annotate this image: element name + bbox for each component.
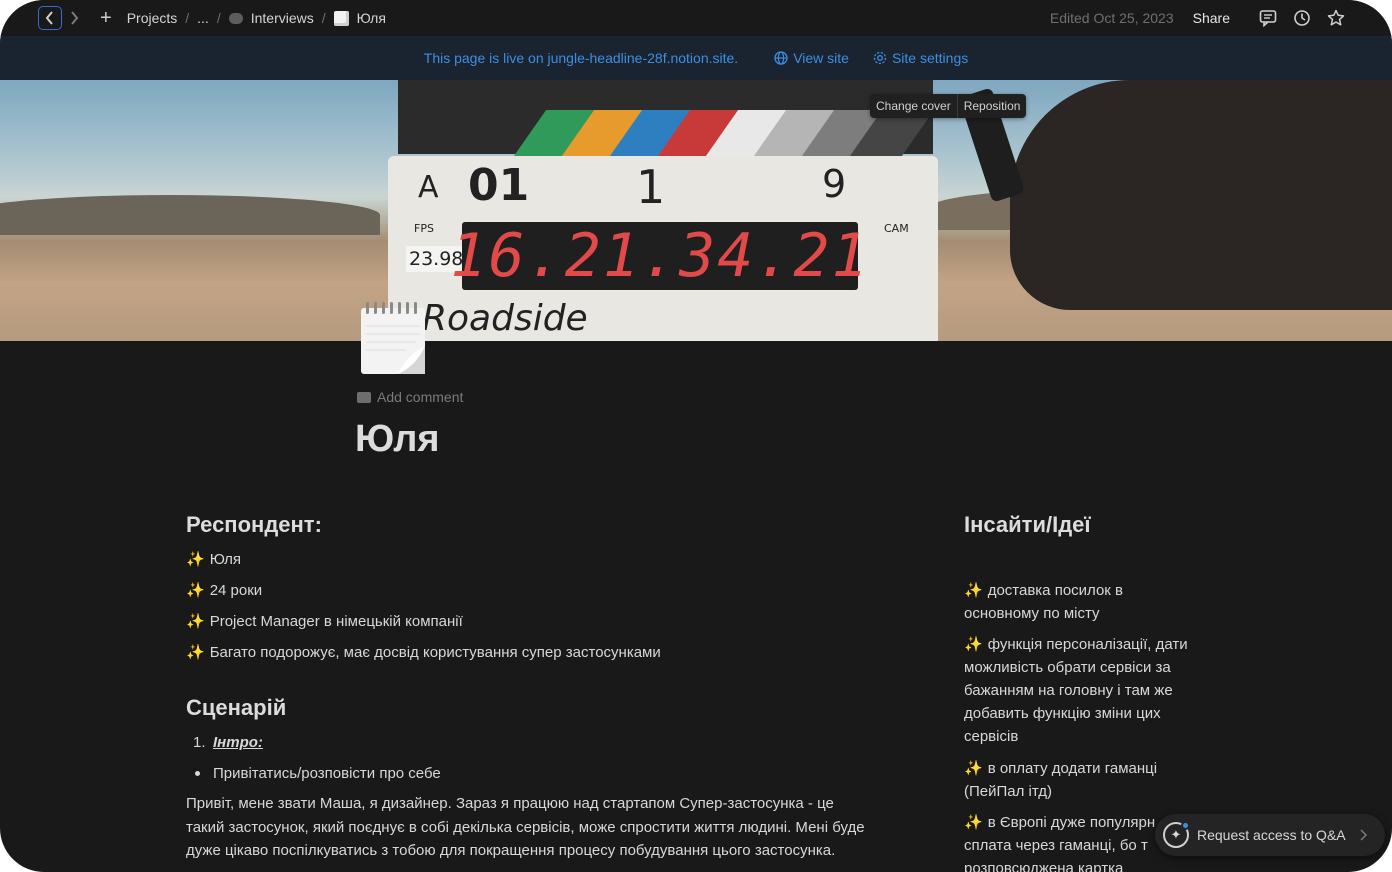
respondent-item-text: Юля xyxy=(209,551,242,568)
notification-dot xyxy=(1181,821,1190,830)
site-settings-label: Site settings xyxy=(891,50,969,66)
sparkle-icon: ✨ xyxy=(964,582,983,599)
insight-item[interactable]: ✨ доставка посилок в основному по місту xyxy=(964,579,1204,625)
chevron-left-icon xyxy=(45,11,53,25)
forward-button[interactable] xyxy=(62,6,86,30)
top-bar: + Projects / ... / Interviews / Юля Edit… xyxy=(0,0,1392,36)
insight-line: добавить функцію зміни цих xyxy=(964,705,1161,722)
view-site-link[interactable]: View site xyxy=(774,50,849,66)
speech-bubble-icon xyxy=(228,12,243,24)
back-button[interactable] xyxy=(38,6,62,30)
cover-hill xyxy=(0,195,380,235)
breadcrumb-ellipsis[interactable]: ... xyxy=(197,10,209,26)
notepad-page-icon[interactable] xyxy=(358,300,428,376)
insight-line: (ПейПал ітд) xyxy=(964,783,1052,800)
breadcrumb-separator: / xyxy=(185,10,190,26)
insight-item[interactable]: ✨ функція персоналізації, дати можливість… xyxy=(964,633,1204,748)
reposition-button[interactable]: Reposition xyxy=(956,94,1027,118)
clapper-roll-letter: A xyxy=(418,170,439,205)
site-live-banner: This page is live on jungle-headline-28f… xyxy=(0,36,1392,80)
paragraph-line: такий застосунок, який поєднує в собі де… xyxy=(186,818,865,836)
respondent-item[interactable]: ✨ Багато подорожує, має досвід користуван… xyxy=(186,641,661,664)
clapper-handwritten-title: Roadside xyxy=(422,298,588,339)
app-window: + Projects / ... / Interviews / Юля Edit… xyxy=(0,0,1392,872)
clapper-cam-label: CAM xyxy=(884,222,909,235)
respondent-item-text: Project Manager в німецькій компанії xyxy=(209,613,463,630)
share-button[interactable]: Share xyxy=(1193,10,1230,26)
respondent-heading[interactable]: Респондент: xyxy=(186,512,322,538)
site-settings-link[interactable]: Site settings xyxy=(873,50,968,66)
breadcrumb-interviews[interactable]: Interviews xyxy=(251,10,314,26)
sparkle-icon: ✨ xyxy=(186,613,205,630)
request-access-button[interactable]: ✦ Request access to Q&A xyxy=(1155,814,1385,856)
sparkle-icon: ✨ xyxy=(186,582,205,599)
sparkle-icon: ✨ xyxy=(964,814,983,831)
scenario-list-number: 1. xyxy=(193,734,206,751)
comment-icon xyxy=(357,391,371,403)
insight-line: в оплату додати гаманці xyxy=(987,760,1158,777)
comments-icon[interactable] xyxy=(1258,8,1278,28)
insight-line: можливість обрати сервіси за xyxy=(964,659,1171,676)
breadcrumb-separator: / xyxy=(321,10,326,26)
insight-item[interactable]: ✨ в оплату додати гаманці (ПейПал ітд) xyxy=(964,757,1204,803)
favorite-star-icon[interactable] xyxy=(1326,8,1346,28)
insight-line: розповсюджена картка xyxy=(964,860,1124,872)
cover-arm xyxy=(1010,80,1392,310)
insight-line: доставка посилок в xyxy=(987,582,1124,599)
respondent-item-text: Багато подорожує, має досвід користуванн… xyxy=(209,644,661,661)
sparkle-icon: ✨ xyxy=(186,551,205,568)
respondent-item[interactable]: ✨ Project Manager в німецькій компанії xyxy=(186,610,463,633)
respondent-item[interactable]: ✨ 24 роки xyxy=(186,579,262,602)
site-live-text[interactable]: This page is live on jungle-headline-28f… xyxy=(424,50,738,66)
insights-heading[interactable]: Інсайти/Ідеї xyxy=(964,512,1091,538)
insight-line: в Європі дуже популярн xyxy=(987,814,1156,831)
clapper-take-number: 9 xyxy=(822,162,847,206)
view-site-label: View site xyxy=(793,50,849,66)
sparkle-ai-icon: ✦ xyxy=(1163,821,1190,848)
breadcrumb-current-page[interactable]: Юля xyxy=(357,10,386,26)
insight-line: сервісів xyxy=(964,728,1019,745)
scenario-paragraph[interactable]: Привіт, мене звати Маша, я дизайнер. Зар… xyxy=(186,792,865,863)
scenario-intro[interactable]: Інтро: xyxy=(213,734,263,751)
paragraph-line: Привіт, мене звати Маша, я дизайнер. Зар… xyxy=(186,795,834,812)
chevron-right-icon xyxy=(1360,829,1367,841)
breadcrumb-projects[interactable]: Projects xyxy=(127,10,178,26)
page-title[interactable]: Юля xyxy=(355,418,440,461)
edited-timestamp: Edited Oct 25, 2023 xyxy=(1049,10,1174,26)
top-bar-actions: Edited Oct 25, 2023 Share xyxy=(1050,0,1346,36)
respondent-item[interactable]: ✨ Юля xyxy=(186,548,241,571)
scenario-heading[interactable]: Сценарій xyxy=(186,695,286,721)
clapper-scene-number: 1 xyxy=(636,160,666,214)
paragraph-line: дуже цікаво поспілкуватись з тобою для п… xyxy=(186,842,836,859)
clapper-roll-number: 01 xyxy=(468,160,530,211)
add-comment-label: Add comment xyxy=(377,389,464,405)
sparkle-icon: ✨ xyxy=(964,636,983,653)
sparkle-icon: ✨ xyxy=(964,760,983,777)
breadcrumb-separator: / xyxy=(216,10,221,26)
globe-icon xyxy=(774,51,788,65)
insight-line: функція персоналізації, дати xyxy=(987,636,1188,653)
respondent-item-text: 24 роки xyxy=(209,582,263,599)
notepad-icon xyxy=(333,10,349,26)
history-clock-icon[interactable] xyxy=(1292,8,1312,28)
sparkle-icon: ✨ xyxy=(186,644,205,661)
add-comment-button[interactable]: Add comment xyxy=(357,389,463,405)
insight-line: бажанням на головну і там же xyxy=(964,682,1173,699)
clapper-timecode-display: 16.21.34.21 xyxy=(450,221,870,291)
insight-line: основному по місту xyxy=(964,605,1100,622)
bullet-dot xyxy=(195,771,200,776)
breadcrumb: Projects / ... / Interviews / Юля xyxy=(127,10,386,26)
chevron-right-icon xyxy=(71,11,79,25)
cover-toolbar: Change cover Reposition xyxy=(870,94,1027,118)
new-page-plus-icon[interactable]: + xyxy=(100,7,112,30)
change-cover-button[interactable]: Change cover xyxy=(870,94,957,118)
request-access-label: Request access to Q&A xyxy=(1197,827,1346,843)
scenario-bullet-item[interactable]: Привітатись/розповісти про себе xyxy=(213,762,441,785)
gear-icon xyxy=(873,51,887,65)
clapper-fps-label: FPS xyxy=(414,222,434,235)
